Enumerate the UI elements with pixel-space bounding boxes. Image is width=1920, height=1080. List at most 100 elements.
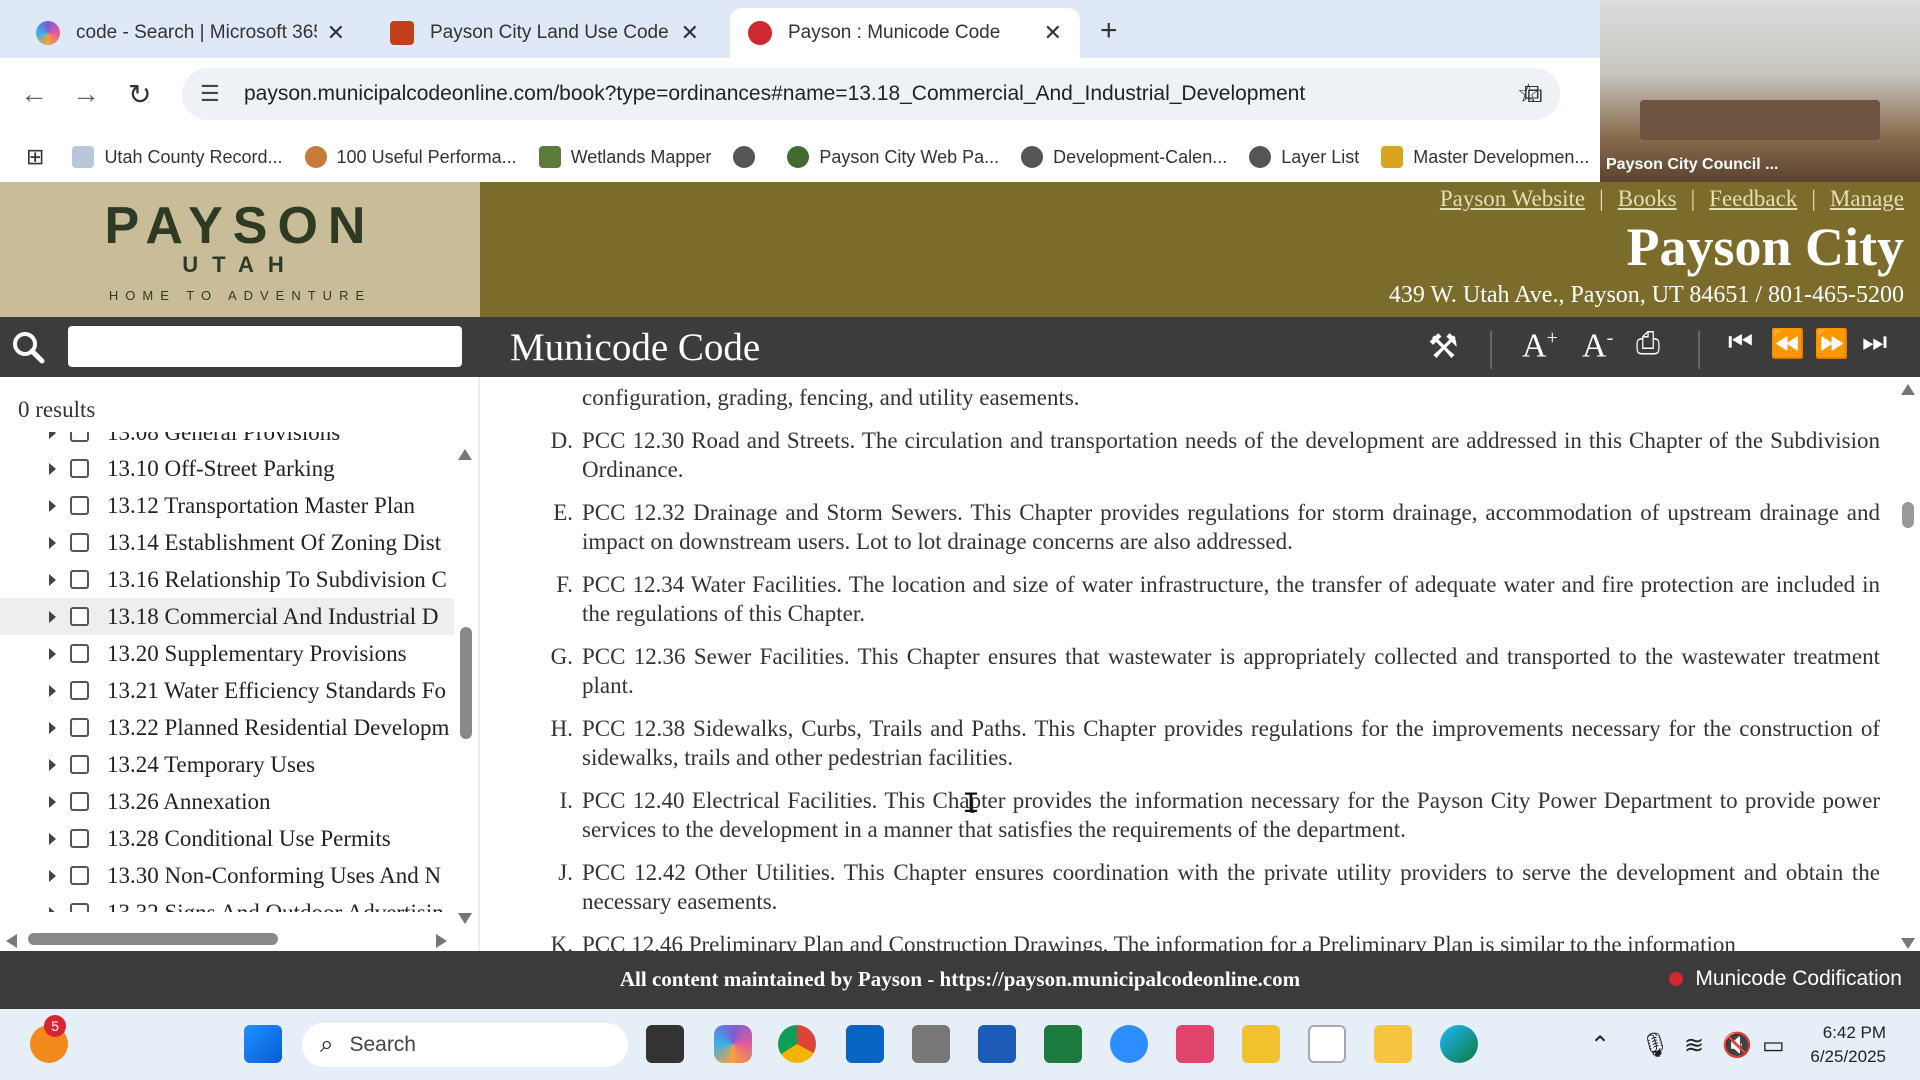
payson-logo[interactable]: PAYSON UTAH HOME TO ADVENTURE <box>0 182 480 317</box>
toc-item[interactable]: 13.30 Non-Conforming Uses And N <box>0 857 454 894</box>
snipping-tool-icon[interactable] <box>1176 1025 1214 1063</box>
previous-icon[interactable]: ⏪ <box>1770 327 1805 361</box>
toc-item-selected[interactable]: 13.18 Commercial And Industrial D <box>0 598 454 635</box>
toc-item[interactable]: 13.10 Off-Street Parking <box>0 450 454 487</box>
expand-arrow-icon[interactable] <box>49 499 56 512</box>
hammer-icon[interactable]: ⚒ <box>1428 327 1458 367</box>
expand-arrow-icon[interactable] <box>49 869 56 882</box>
first-page-icon[interactable]: ⏮ <box>1728 327 1753 359</box>
payson-website-link[interactable]: Payson Website <box>1440 186 1585 211</box>
scroll-right-arrow-icon[interactable] <box>436 934 447 948</box>
chrome-icon[interactable] <box>778 1025 816 1063</box>
apps-grid-icon[interactable]: ⊞ <box>26 144 44 170</box>
folder-icon[interactable] <box>1374 1025 1412 1063</box>
font-decrease-icon[interactable]: A- <box>1582 327 1613 365</box>
toc-checkbox[interactable] <box>70 792 89 811</box>
extensions-icon[interactable]: ⧉ <box>1524 78 1543 110</box>
excel-icon[interactable] <box>1044 1025 1082 1063</box>
tab-m365-search[interactable]: code - Search | Microsoft 365 C ✕ <box>18 8 363 58</box>
clock[interactable]: 6:42 PM 6/25/2025 <box>1810 1021 1886 1069</box>
bookmark-layer-list[interactable]: Layer List <box>1249 146 1359 168</box>
toc-item[interactable]: 13.26 Annexation <box>0 783 454 820</box>
feedback-link[interactable]: Feedback <box>1709 186 1797 211</box>
word-icon[interactable] <box>978 1025 1016 1063</box>
speaker-muted-icon[interactable]: 🔇 <box>1722 1031 1752 1060</box>
expand-arrow-icon[interactable] <box>49 462 56 475</box>
toc-checkbox[interactable] <box>70 570 89 589</box>
toc-item[interactable]: 13.24 Temporary Uses <box>0 746 454 783</box>
expand-arrow-icon[interactable] <box>49 795 56 808</box>
content-vertical-scrollbar[interactable] <box>1902 502 1914 528</box>
task-view-icon[interactable] <box>646 1025 684 1063</box>
new-tab-plus-icon[interactable]: + <box>1100 14 1118 48</box>
toc-checkbox[interactable] <box>70 607 89 626</box>
toc-checkbox[interactable] <box>70 459 89 478</box>
tab-payson-land-use[interactable]: Payson City Land Use Code Upd ✕ <box>372 8 717 58</box>
content-scroll-down-icon[interactable] <box>1901 938 1915 949</box>
expand-arrow-icon[interactable] <box>49 684 56 697</box>
toc-checkbox[interactable] <box>70 644 89 663</box>
zoom-icon[interactable] <box>1110 1025 1148 1063</box>
bookmark-payson-web[interactable]: Payson City Web Pa... <box>787 146 999 168</box>
next-icon[interactable]: ⏩ <box>1814 327 1849 361</box>
close-icon[interactable]: ✕ <box>681 20 699 46</box>
app-icon[interactable] <box>912 1025 950 1063</box>
toc-checkbox[interactable] <box>70 829 89 848</box>
close-icon[interactable]: ✕ <box>327 20 345 46</box>
toc-item[interactable]: 13.20 Supplementary Provisions <box>0 635 454 672</box>
windows-start-icon[interactable] <box>244 1025 282 1063</box>
scroll-left-arrow-icon[interactable] <box>6 934 17 948</box>
toc-item[interactable]: 13.22 Planned Residential Developm <box>0 709 454 746</box>
close-icon[interactable]: ✕ <box>1044 20 1062 46</box>
manage-link[interactable]: Manage <box>1830 186 1904 211</box>
toc-item[interactable]: 13.28 Conditional Use Permits <box>0 820 454 857</box>
sidebar-horizontal-scrollbar[interactable] <box>28 933 278 945</box>
address-bar[interactable]: ☰ payson.municipalcodeonline.com/book?ty… <box>182 68 1560 120</box>
bookmark-utah-county[interactable]: Utah County Record... <box>72 146 283 168</box>
reload-icon[interactable]: ↻ <box>128 78 151 111</box>
expand-arrow-icon[interactable] <box>49 610 56 623</box>
expand-arrow-icon[interactable] <box>49 432 56 439</box>
expand-arrow-icon[interactable] <box>49 536 56 549</box>
copilot-icon[interactable] <box>714 1025 752 1063</box>
bookmark-globe[interactable] <box>733 146 765 168</box>
code-search-input[interactable] <box>68 326 462 367</box>
expand-arrow-icon[interactable] <box>49 906 56 912</box>
chevron-up-icon[interactable]: ⌃ <box>1590 1031 1610 1060</box>
expand-arrow-icon[interactable] <box>49 832 56 845</box>
forward-arrow-icon[interactable]: → <box>72 78 100 110</box>
bookmark-wetlands-mapper[interactable]: Wetlands Mapper <box>538 146 711 168</box>
back-arrow-icon[interactable]: ← <box>20 78 48 110</box>
expand-arrow-icon[interactable] <box>49 721 56 734</box>
expand-arrow-icon[interactable] <box>49 647 56 660</box>
outlook-icon[interactable] <box>846 1025 884 1063</box>
toc-checkbox[interactable] <box>70 681 89 700</box>
toc-item[interactable]: 13.08 General Provisions <box>0 432 454 451</box>
toc-item[interactable]: 13.12 Transportation Master Plan <box>0 487 454 524</box>
site-info-icon[interactable]: ☰ <box>200 81 230 107</box>
scroll-up-arrow-icon[interactable] <box>458 449 472 460</box>
edge-icon[interactable] <box>1440 1025 1478 1063</box>
bookmark-useful-performance[interactable]: 100 Useful Performa... <box>304 146 517 168</box>
toc-checkbox[interactable] <box>70 432 89 442</box>
content-scroll-up-icon[interactable] <box>1901 384 1915 395</box>
microphone-icon[interactable]: 🎙 <box>1640 1031 1670 1060</box>
toc-checkbox[interactable] <box>70 866 89 885</box>
toc-checkbox[interactable] <box>70 496 89 515</box>
expand-arrow-icon[interactable] <box>49 758 56 771</box>
toc-checkbox[interactable] <box>70 718 89 737</box>
books-link[interactable]: Books <box>1618 186 1677 211</box>
sidebar-vertical-scrollbar[interactable] <box>460 627 472 739</box>
search-icon[interactable] <box>10 329 46 365</box>
municode-brand[interactable]: Municode Codification <box>1669 967 1902 991</box>
font-increase-icon[interactable]: A+ <box>1522 327 1558 365</box>
toc-tree[interactable]: 13.08 General Provisions 13.10 Off-Stree… <box>0 432 454 912</box>
battery-icon[interactable]: ▭ <box>1762 1031 1785 1060</box>
expand-arrow-icon[interactable] <box>49 573 56 586</box>
toc-checkbox[interactable] <box>70 533 89 552</box>
tab-municode[interactable]: Payson : Municode Code ✕ <box>730 8 1080 58</box>
toc-item[interactable]: 13.32 Signs And Outdoor Advertisin <box>0 894 454 912</box>
meeting-video-thumbnail[interactable]: Payson City Council ... <box>1600 0 1920 182</box>
print-icon[interactable]: ⎙ <box>1636 327 1660 361</box>
notepad-icon[interactable] <box>1308 1025 1346 1063</box>
